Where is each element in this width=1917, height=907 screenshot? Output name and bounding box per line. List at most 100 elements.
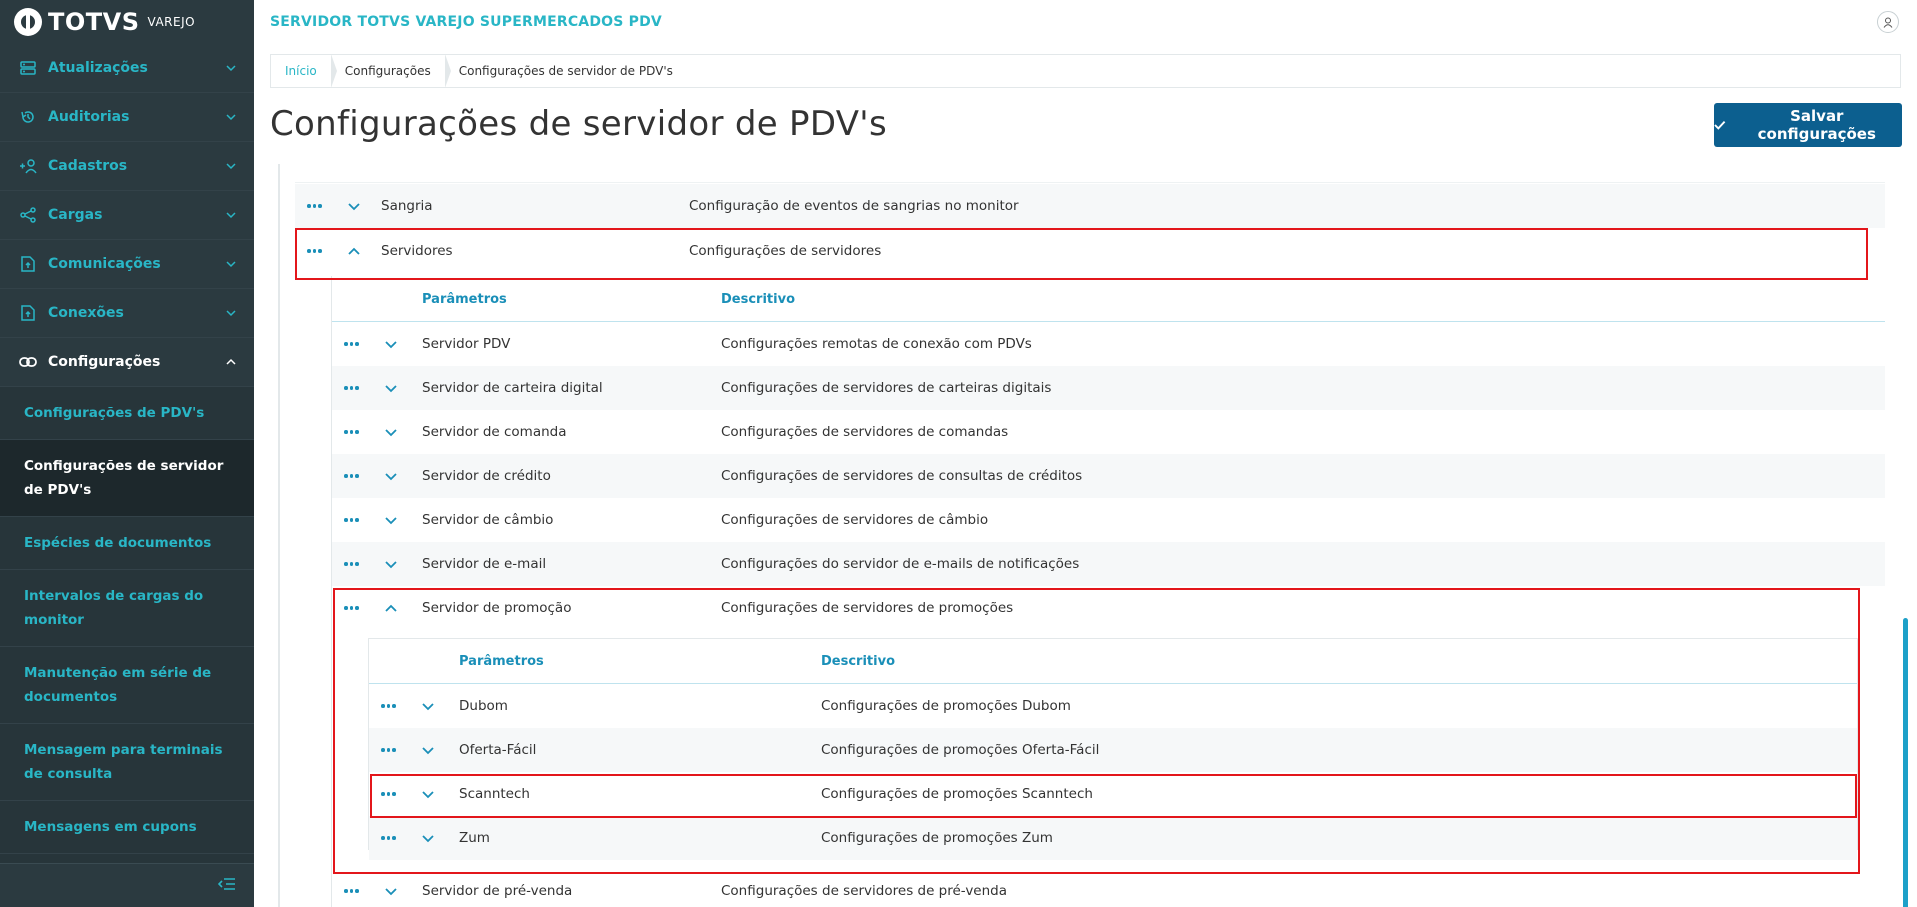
config-tree: Sangria Configuração de eventos de sangr… (278, 164, 1908, 907)
sidebar-item-label: Conexões (48, 305, 124, 321)
server-row[interactable]: Servidor de crédito Configurações de ser… (332, 454, 1885, 498)
more-options-icon[interactable] (344, 342, 362, 346)
sidebar-item-label: Configurações (48, 354, 161, 370)
header-parametros: Parâmetros (422, 291, 507, 307)
more-options-icon[interactable] (344, 889, 362, 893)
sidebar-item-cargas[interactable]: Cargas (0, 191, 254, 240)
topbar: SERVIDOR TOTVS VAREJO SUPERMERCADOS PDV (254, 0, 1917, 44)
submenu-item[interactable]: Manutenção em série de documentos (0, 647, 254, 724)
save-button-label: Salvar configurações (1757, 107, 1876, 143)
chevron-down-icon[interactable] (384, 557, 398, 571)
check-icon (1714, 120, 1726, 130)
vertical-scrollbar[interactable] (1903, 618, 1908, 907)
main-area: SERVIDOR TOTVS VAREJO SUPERMERCADOS PDV … (254, 0, 1917, 907)
breadcrumb: Início Configurações Configurações de se… (270, 54, 1901, 88)
sidebar-item-auditorias[interactable]: Auditorias (0, 93, 254, 142)
breadcrumb-item-configuracoes[interactable]: Configurações (331, 54, 451, 88)
tree-row-sangria[interactable]: Sangria Configuração de eventos de sangr… (295, 184, 1885, 228)
row-name: Servidor de pré-venda (422, 883, 573, 899)
chevron-down-icon[interactable] (384, 513, 398, 527)
row-name: Servidor de crédito (422, 468, 551, 484)
more-options-icon[interactable] (344, 518, 362, 522)
sidebar-item-label: Cadastros (48, 158, 128, 174)
row-desc: Configuração de eventos de sangrias no m… (689, 198, 1019, 214)
server-row[interactable]: Servidor PDV Configurações remotas de co… (332, 322, 1885, 366)
chevron-down-icon[interactable] (384, 469, 398, 483)
collapse-menu-icon[interactable] (217, 876, 236, 895)
share-icon (18, 207, 38, 223)
row-name: Servidor de carteira digital (422, 380, 603, 396)
server-row[interactable]: Servidor de e-mail Configurações do serv… (332, 542, 1885, 586)
submenu-item[interactable]: Espécies de documentos (0, 517, 254, 570)
sidebar-item-atualizacoes[interactable]: Atualizações (0, 44, 254, 93)
divider (279, 164, 280, 907)
server-row[interactable]: Servidor de câmbio Configurações de serv… (332, 498, 1885, 542)
row-name: Servidor de e-mail (422, 556, 547, 572)
totvs-logo-icon (14, 8, 42, 36)
more-options-icon[interactable] (344, 430, 362, 434)
server-icon (18, 60, 38, 76)
submenu-configuracoes: Configurações de PDV's Configurações de … (0, 387, 254, 907)
chevron-up-icon (226, 358, 236, 365)
row-desc: Configurações do servidor de e-mails de … (721, 556, 1080, 572)
submenu-item[interactable]: Configurações de PDV's (0, 387, 254, 440)
sidebar-item-comunicacoes[interactable]: Comunicações (0, 240, 254, 289)
row-name: Servidor PDV (422, 336, 511, 352)
sidebar-item-label: Atualizações (48, 60, 148, 76)
highlight-box (295, 228, 1868, 280)
file-upload-icon (18, 305, 38, 321)
chevron-down-icon[interactable] (384, 381, 398, 395)
chevron-down-icon (226, 310, 236, 317)
chevron-down-icon[interactable] (384, 425, 398, 439)
brand-logo[interactable]: TOTVS VAREJO (0, 0, 254, 44)
chevron-down-icon[interactable] (384, 337, 398, 351)
server-row[interactable]: Servidor de carteira digital Configuraçõ… (332, 366, 1885, 410)
chevron-down-icon (226, 212, 236, 219)
row-desc: Configurações de servidores de comandas (721, 424, 1009, 440)
submenu-item[interactable]: Mensagem para terminais de consulta (0, 724, 254, 801)
sidebar-item-conexoes[interactable]: Conexões (0, 289, 254, 338)
header-descritivo: Descritivo (721, 291, 795, 307)
chevron-down-icon (226, 65, 236, 72)
row-desc: Configurações de servidores de carteiras… (721, 380, 1052, 396)
page-title: Configurações de servidor de PDV's (270, 104, 887, 144)
submenu-item[interactable]: Intervalos de cargas do monitor (0, 570, 254, 647)
sidebar-item-label: Comunicações (48, 256, 161, 272)
brand-sub: VAREJO (147, 15, 196, 29)
chevron-down-icon (226, 163, 236, 170)
sidebar-item-cadastros[interactable]: Cadastros (0, 142, 254, 191)
more-options-icon[interactable] (344, 474, 362, 478)
user-add-icon (18, 158, 38, 174)
highlight-box (333, 588, 1860, 874)
row-desc: Configurações remotas de conexão com PDV… (721, 336, 1032, 352)
link-icon (18, 354, 38, 370)
sidebar-item-configuracoes[interactable]: Configurações (0, 338, 254, 387)
sidebar-item-label: Cargas (48, 207, 103, 223)
sidebar-item-label: Auditorias (48, 109, 130, 125)
submenu-item-selected[interactable]: Configurações de servidor de PDV's (0, 440, 254, 517)
server-row[interactable]: Servidor de comanda Configurações de ser… (332, 410, 1885, 454)
breadcrumb-item-inicio[interactable]: Início (271, 54, 337, 88)
highlight-box (370, 774, 1857, 818)
row-name: Servidor de câmbio (422, 512, 554, 528)
row-name: Sangria (381, 198, 433, 214)
brand-name: TOTVS (48, 8, 140, 36)
chevron-down-icon[interactable] (384, 884, 398, 898)
more-options-icon[interactable] (344, 386, 362, 390)
sidebar: TOTVS VAREJO Atualizações Auditorias Cad… (0, 0, 254, 907)
submenu-item[interactable]: Mensagens em cupons (0, 801, 254, 854)
app-title: SERVIDOR TOTVS VAREJO SUPERMERCADOS PDV (270, 14, 662, 30)
row-desc: Configurações de servidores de consultas… (721, 468, 1083, 484)
chevron-down-icon[interactable] (347, 199, 361, 213)
row-desc: Configurações de servidores de câmbio (721, 512, 989, 528)
sidebar-footer (0, 863, 254, 907)
divider (295, 182, 1885, 183)
user-icon (1883, 17, 1893, 28)
user-avatar[interactable] (1877, 11, 1899, 33)
row-name: Servidor de comanda (422, 424, 567, 440)
servers-table-header: Parâmetros Descritivo (332, 277, 1885, 321)
more-options-icon[interactable] (307, 204, 325, 208)
more-options-icon[interactable] (344, 562, 362, 566)
server-row[interactable]: Servidor de pré-venda Configurações de s… (332, 869, 1885, 907)
save-settings-button[interactable]: Salvar configurações (1714, 103, 1902, 147)
